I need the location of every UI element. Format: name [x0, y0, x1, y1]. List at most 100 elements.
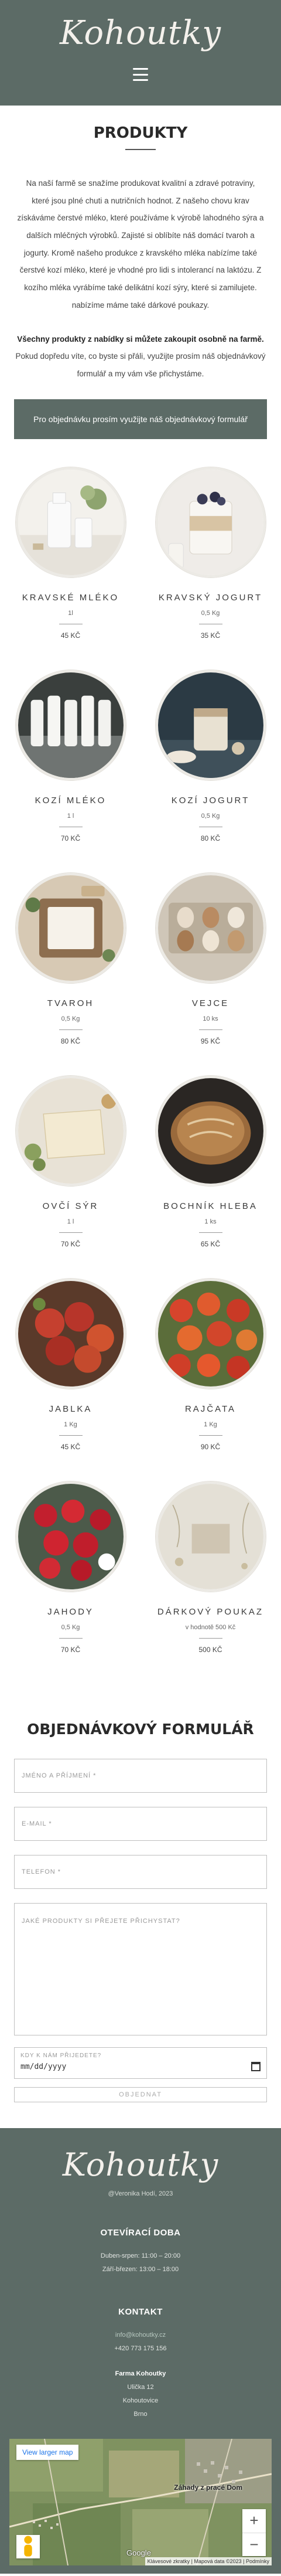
form-title: OBJEDNÁVKOVÝ FORMULÁŘ	[27, 1720, 254, 1738]
phone-field[interactable]: TELEFON *	[14, 1854, 267, 1889]
product-card: JAHODY 0,5 Kg 70 KČ	[9, 1481, 132, 1684]
farm-village: Kohoutovice	[122, 2397, 159, 2405]
farm-street: Ulička 12	[127, 2384, 154, 2391]
product-name: DÁRKOVÝ POUKAZ	[157, 1606, 264, 1617]
site-header: Kohoutky	[0, 0, 281, 106]
product-quantity: 1 l	[67, 812, 74, 820]
hamburger-menu-icon[interactable]	[133, 68, 148, 81]
product-price: 70 KČ	[60, 834, 81, 842]
note-text: Všechny produkty z nabídky si můžete zak…	[14, 331, 267, 383]
product-image-gift-voucher	[155, 1481, 266, 1592]
footer-logo[interactable]: Kohoutky	[0, 2146, 281, 2183]
zoom-out-icon[interactable]: −	[242, 2532, 266, 2556]
product-name: JAHODY	[47, 1606, 94, 1617]
product-card: KOZÍ MLÉKO 1 l 70 KČ	[9, 670, 132, 873]
street-view-icon[interactable]	[16, 2534, 40, 2558]
view-larger-map-link[interactable]: View larger map	[16, 2444, 79, 2460]
product-price: 80 KČ	[200, 834, 221, 842]
product-name: RAJČATA	[184, 1403, 237, 1414]
product-card: VEJCE 10 ks 95 KČ	[149, 872, 272, 1076]
product-card: RAJČATA 1 Kg 90 KČ	[149, 1278, 272, 1481]
hours-winter: Září-březen: 13:00 – 18:00	[102, 2265, 179, 2273]
contact-email[interactable]: info@kohoutky.cz	[0, 2329, 281, 2342]
product-quantity: 0,5 Kg	[201, 609, 220, 617]
note-bold: Všechny produkty z nabídky si můžete zak…	[17, 334, 264, 344]
product-card: BOCHNÍK HLEBA 1 ks 65 KČ	[149, 1075, 272, 1279]
contact-title: KONTAKT	[118, 2306, 163, 2317]
contact-phone[interactable]: +420 773 175 156	[0, 2342, 281, 2356]
product-quantity: 1 ks	[204, 1218, 217, 1225]
map-attribution[interactable]: Klávesové zkratky | Mapová data ©2023 | …	[145, 2557, 272, 2565]
product-price: 45 KČ	[60, 1442, 81, 1451]
product-price: 35 KČ	[200, 631, 221, 640]
product-grid: KRAVSKÉ MLÉKO 1l 45 KČ KRAVSKÝ JOGURT 0,…	[0, 439, 281, 1684]
product-divider	[198, 1029, 222, 1030]
zoom-in-icon[interactable]: +	[242, 2509, 266, 2533]
product-quantity: v hodnotě 500 Kč	[185, 1623, 236, 1631]
order-form-button[interactable]: Pro objednávku prosím využijte náš objed…	[14, 399, 267, 439]
product-card: DÁRKOVÝ POUKAZ v hodnotě 500 Kč 500 KČ	[149, 1481, 272, 1684]
product-card: JABLKA 1 Kg 45 KČ	[9, 1278, 132, 1481]
product-image-apples	[15, 1278, 126, 1389]
hours-title: OTEVÍRACÍ DOBA	[100, 2227, 181, 2238]
product-image-tomatoes	[155, 1278, 266, 1389]
product-divider	[59, 1435, 83, 1436]
intro-text: Na naší farmě se snažíme produkovat kval…	[17, 179, 264, 310]
product-price: 70 KČ	[60, 1239, 81, 1248]
product-divider	[59, 1029, 83, 1030]
date-field[interactable]: KDY K NÁM PŘIJEDETE? mm/dd/yyyy	[14, 2047, 267, 2079]
product-quantity: 0,5 Kg	[201, 812, 220, 820]
product-name: KOZÍ MLÉKO	[35, 795, 107, 806]
location-map[interactable]: View larger map Záhady z pracé Dom + − G…	[9, 2438, 272, 2565]
products-section: PRODUKTY Na naší farmě se snažíme produk…	[0, 124, 281, 439]
calendar-icon[interactable]	[251, 2061, 261, 2071]
title-divider	[125, 149, 156, 150]
site-footer: Kohoutky @Veronika Hodí, 2023 OTEVÍRACÍ …	[0, 2128, 281, 2574]
product-divider	[59, 1232, 83, 1233]
product-image-milk	[15, 467, 126, 577]
product-image-cottage-cheese	[15, 872, 126, 983]
map-place-label: Záhady z pracé Dom	[174, 2483, 242, 2492]
name-field[interactable]: JMÉNO A PŘÍJMENÍ *	[14, 1758, 267, 1793]
site-logo[interactable]: Kohoutky	[60, 13, 221, 54]
product-quantity: 1 Kg	[64, 1420, 77, 1428]
product-card: KRAVSKÝ JOGURT 0,5 Kg 35 KČ	[149, 467, 272, 670]
product-name: TVAROH	[47, 998, 94, 1008]
product-quantity: 1 Kg	[204, 1420, 217, 1428]
date-value[interactable]: mm/dd/yyyy	[20, 2062, 261, 2071]
google-logo: Google	[126, 2548, 151, 2557]
product-divider	[59, 1637, 83, 1639]
farm-name: Farma Kohoutky	[115, 2370, 166, 2377]
product-quantity: 0,5 Kg	[61, 1623, 80, 1631]
product-card: TVAROH 0,5 Kg 80 KČ	[9, 872, 132, 1076]
product-card: KRAVSKÉ MLÉKO 1l 45 KČ	[9, 467, 132, 670]
farm-city: Brno	[133, 2411, 148, 2418]
product-quantity: 0,5 Kg	[61, 1015, 80, 1022]
product-name: KRAVSKÝ JOGURT	[158, 592, 263, 603]
product-name: KRAVSKÉ MLÉKO	[22, 592, 119, 603]
product-image-goat-milk	[15, 670, 126, 780]
note-body: Pokud dopředu víte, co byste si přáli, v…	[15, 352, 266, 378]
product-image-sheep-cheese	[15, 1075, 126, 1186]
order-form: OBJEDNÁVKOVÝ FORMULÁŘ JMÉNO A PŘÍJMENÍ *…	[0, 1721, 281, 2102]
product-image-bread	[155, 1075, 266, 1186]
products-textarea[interactable]: JAKÉ PRODUKTY SI PŘEJETE PŘICHYSTAT?	[14, 1902, 267, 2035]
product-divider	[198, 1637, 222, 1639]
zoom-controls: + −	[242, 2509, 266, 2556]
product-price: 95 KČ	[200, 1036, 221, 1045]
product-card: OVČÍ SÝR 1 l 70 KČ	[9, 1075, 132, 1279]
email-field[interactable]: E-MAIL *	[14, 1806, 267, 1841]
product-name: JABLKA	[49, 1403, 92, 1414]
product-price: 80 KČ	[60, 1036, 81, 1045]
product-price: 90 KČ	[200, 1442, 221, 1451]
submit-button[interactable]: OBJEDNAT	[14, 2086, 267, 2102]
date-label: KDY K NÁM PŘIJEDETE?	[20, 2052, 102, 2059]
product-divider	[198, 1232, 222, 1233]
product-price: 65 KČ	[200, 1239, 221, 1248]
hours-summer: Duben-srpen: 11:00 – 20:00	[100, 2252, 181, 2259]
product-name: BOCHNÍK HLEBA	[163, 1201, 258, 1211]
page-title: PRODUKTY	[93, 124, 188, 142]
product-name: VEJCE	[191, 998, 229, 1008]
product-image-goat-yogurt	[155, 670, 266, 780]
opening-hours: Duben-srpen: 11:00 – 20:00 Září-březen: …	[0, 2249, 281, 2276]
